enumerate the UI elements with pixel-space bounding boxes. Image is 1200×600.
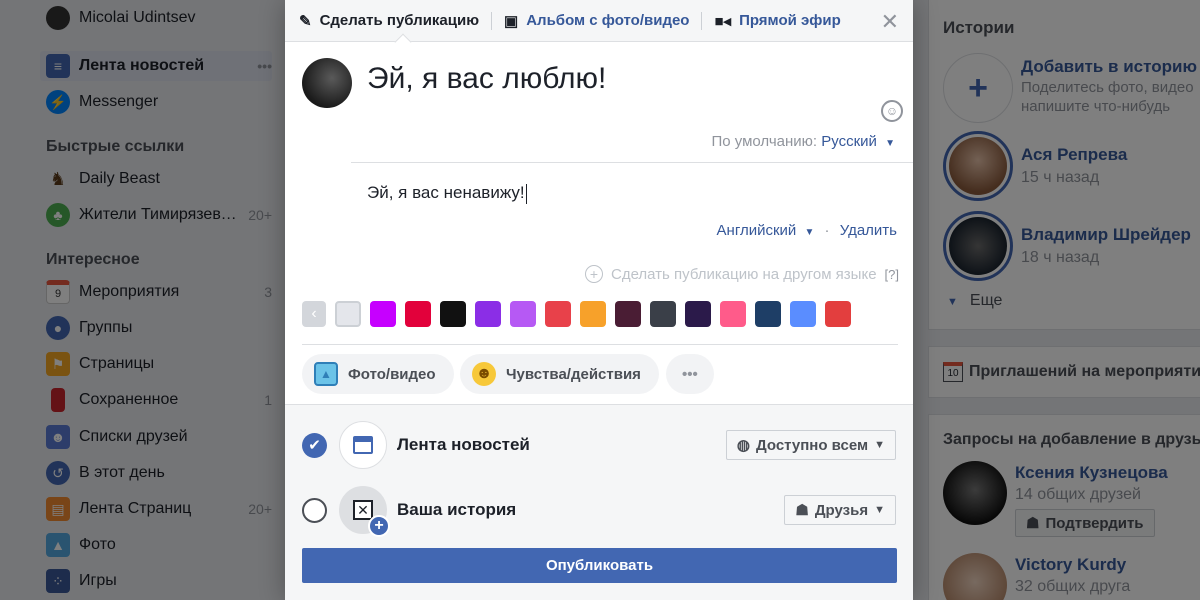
feeling-activity-button[interactable]: ☻ Чувства/действия	[460, 354, 659, 394]
album-icon: ▣	[504, 12, 519, 30]
composer-dialog: ✎ Сделать публикацию ▣ Альбом с фото/видео…	[285, 0, 913, 600]
more-options-button[interactable]: •••	[666, 354, 714, 394]
background-color-swatch[interactable]	[370, 301, 396, 327]
background-color-picker: ‹	[302, 301, 851, 327]
news-feed-icon	[339, 421, 387, 469]
background-color-swatch[interactable]	[755, 301, 781, 327]
translation-input[interactable]: Эй, я вас ненавижу!	[367, 183, 527, 204]
plus-icon: +	[368, 515, 390, 537]
globe-icon: ◍	[736, 437, 750, 454]
destination-your-story: ✕ + Ваша история ☗ Друзья ▼	[302, 486, 896, 537]
friends-icon: ☗	[795, 502, 809, 519]
divider	[351, 162, 913, 163]
post-text-input[interactable]: Эй, я вас люблю!	[367, 62, 606, 96]
translation-language-select[interactable]: Английский ▼	[717, 222, 815, 239]
background-color-swatch[interactable]	[615, 301, 641, 327]
emoji-icon[interactable]: ☺	[881, 100, 903, 122]
destination-news-feed: ✔ Лента новостей ◍ Доступно всем ▼	[302, 421, 896, 469]
caret-down-icon: ▼	[804, 227, 815, 238]
avatar	[302, 58, 352, 108]
tab-photo-album[interactable]: ▣ Альбом с фото/видео	[504, 12, 689, 30]
background-color-swatch[interactable]	[580, 301, 606, 327]
video-camera-icon: ■◂	[714, 12, 732, 30]
pencil-icon: ✎	[299, 12, 312, 30]
background-color-swatch[interactable]	[650, 301, 676, 327]
plus-circle-icon: +	[584, 265, 603, 283]
tab-create-post[interactable]: ✎ Сделать публикацию	[299, 12, 479, 30]
close-icon[interactable]: ✕	[881, 9, 899, 35]
audience-selector[interactable]: ◍ Доступно всем ▼	[725, 430, 896, 460]
smiley-icon: ☻	[472, 362, 496, 386]
story-icon: ✕ +	[339, 486, 390, 537]
help-link[interactable]: [?]	[885, 267, 899, 282]
background-color-swatch[interactable]	[475, 301, 501, 327]
caret-down-icon: ▼	[874, 439, 885, 451]
chevron-left-icon[interactable]: ‹	[302, 301, 326, 327]
caret-down-icon: ▼	[885, 138, 895, 149]
background-color-swatch[interactable]	[790, 301, 816, 327]
separator-dot: ·	[824, 222, 830, 239]
text-cursor	[525, 183, 527, 204]
tab-divider	[491, 11, 493, 30]
caret-down-icon: ▼	[874, 504, 885, 516]
composer-tabs: ✎ Сделать публикацию ▣ Альбом с фото/видео…	[285, 0, 913, 51]
tab-live-video[interactable]: ■◂ Прямой эфир	[714, 12, 840, 30]
default-language[interactable]: По умолчанию: Русский ▼	[711, 133, 895, 150]
tab-pointer	[394, 33, 412, 51]
photo-video-button[interactable]: ▲ Фото/видео	[302, 354, 454, 394]
remove-translation-link[interactable]: Удалить	[840, 222, 897, 239]
background-color-swatch[interactable]	[510, 301, 536, 327]
add-language-link[interactable]: + Сделать публикацию на другом языке [?]	[584, 265, 899, 283]
tab-divider	[701, 11, 703, 30]
background-color-swatch[interactable]	[335, 301, 361, 327]
audience-selector[interactable]: ☗ Друзья ▼	[784, 495, 896, 525]
unchecked-icon[interactable]	[302, 497, 327, 523]
checked-icon[interactable]: ✔	[302, 432, 327, 458]
background-color-swatch[interactable]	[720, 301, 746, 327]
background-color-swatch[interactable]	[545, 301, 571, 327]
background-color-swatch[interactable]	[685, 301, 711, 327]
background-color-swatch[interactable]	[440, 301, 466, 327]
publish-button[interactable]: Опубликовать	[302, 548, 897, 583]
background-color-swatch[interactable]	[405, 301, 431, 327]
background-color-swatch[interactable]	[825, 301, 851, 327]
translation-controls: Английский ▼ · Удалить	[717, 222, 897, 239]
photo-icon: ▲	[314, 362, 338, 386]
divider	[302, 344, 898, 345]
